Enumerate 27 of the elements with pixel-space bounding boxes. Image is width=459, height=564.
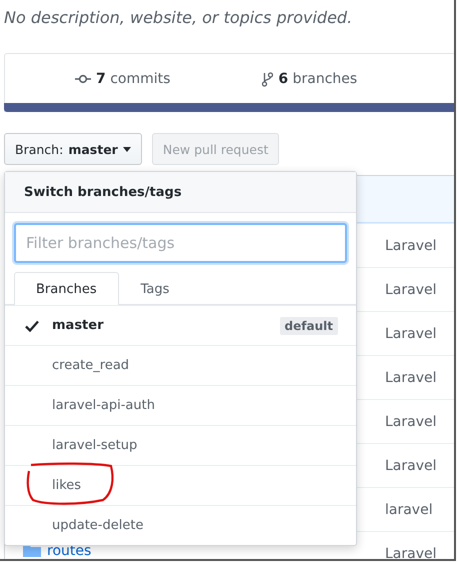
filter-field[interactable]: Filter branches/tags [14, 223, 347, 263]
dropdown-title: Switch branches/tags [24, 184, 182, 200]
branch-item[interactable]: master default [5, 305, 356, 345]
commit-icon [75, 74, 91, 84]
commit-message[interactable]: Laravel [385, 238, 437, 254]
default-badge: default [280, 316, 338, 334]
caret-icon [122, 146, 131, 152]
branches-count[interactable]: 6 branches [278, 71, 358, 87]
commit-message[interactable]: Laravel [385, 326, 437, 342]
commit-message[interactable]: Laravel [385, 414, 437, 430]
branch-item[interactable]: laravel-setup [5, 425, 356, 465]
branches-tab[interactable]: Branches [14, 272, 119, 305]
branch-item[interactable]: likes [5, 465, 356, 505]
commit-message[interactable]: Laravel [385, 282, 437, 298]
commit-message[interactable]: laravel [385, 502, 433, 518]
commit-message[interactable]: Laravel [385, 370, 437, 386]
commit-message[interactable]: Laravel [385, 458, 437, 474]
branch-item[interactable]: update-delete [5, 505, 356, 545]
branch-select-button[interactable]: Branch: master [4, 133, 142, 165]
file-name[interactable]: routes [47, 542, 92, 558]
branch-item[interactable]: create_read [5, 345, 356, 385]
repo-description: No description, website, or topics provided. [4, 8, 354, 29]
commits-count[interactable]: 7 commits [96, 71, 170, 87]
branch-item[interactable]: laravel-api-auth [5, 385, 356, 425]
commit-message[interactable]: Laravel [385, 546, 437, 559]
branch-icon [262, 72, 274, 86]
tags-tab[interactable]: Tags [118, 273, 192, 305]
